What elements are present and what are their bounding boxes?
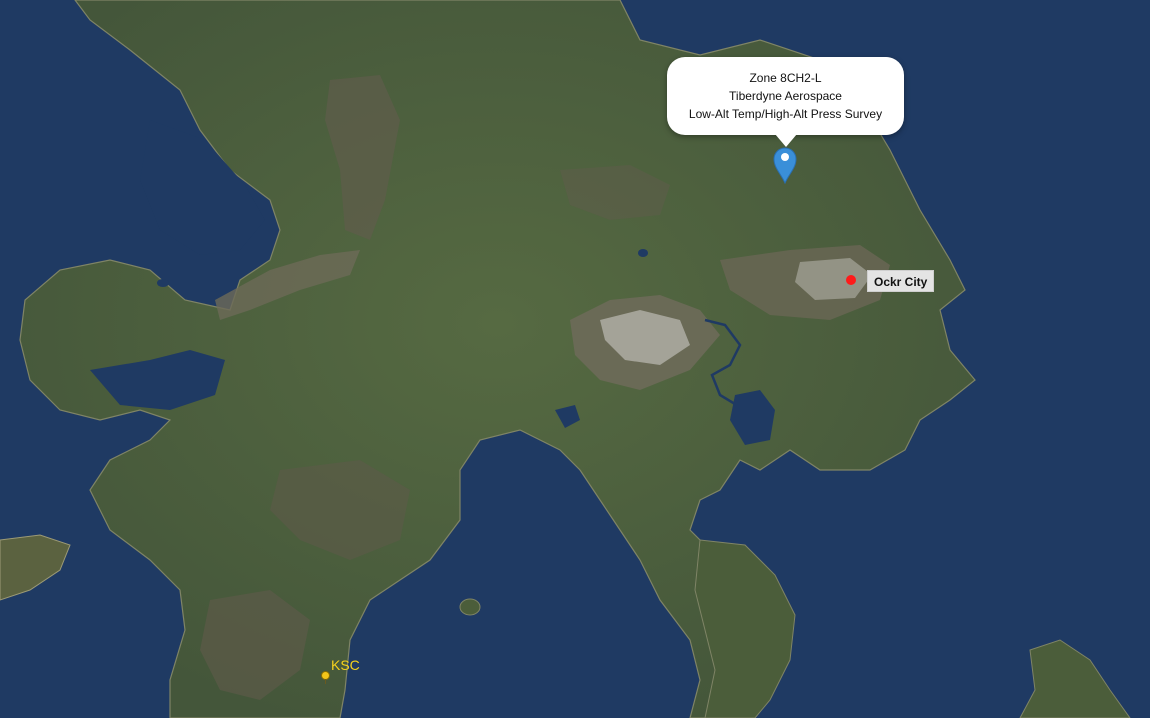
popup-company: Tiberdyne Aerospace [729, 89, 842, 103]
survey-popup[interactable]: Zone 8CH2-L Tiberdyne Aerospace Low-Alt … [667, 57, 904, 135]
small-islet [459, 598, 481, 616]
city-label[interactable]: Ockr City [867, 270, 935, 292]
popup-mission: Low-Alt Temp/High-Alt Press Survey [688, 107, 883, 121]
popup-zone: Zone 8CH2-L [749, 71, 822, 85]
site-marker-stem [325, 679, 326, 684]
map-canvas[interactable] [0, 0, 1150, 718]
lake [638, 249, 648, 257]
lake [157, 279, 169, 287]
site-label[interactable]: KSC [331, 657, 360, 673]
city-marker[interactable] [846, 275, 856, 285]
map-pin-icon[interactable] [771, 146, 799, 184]
